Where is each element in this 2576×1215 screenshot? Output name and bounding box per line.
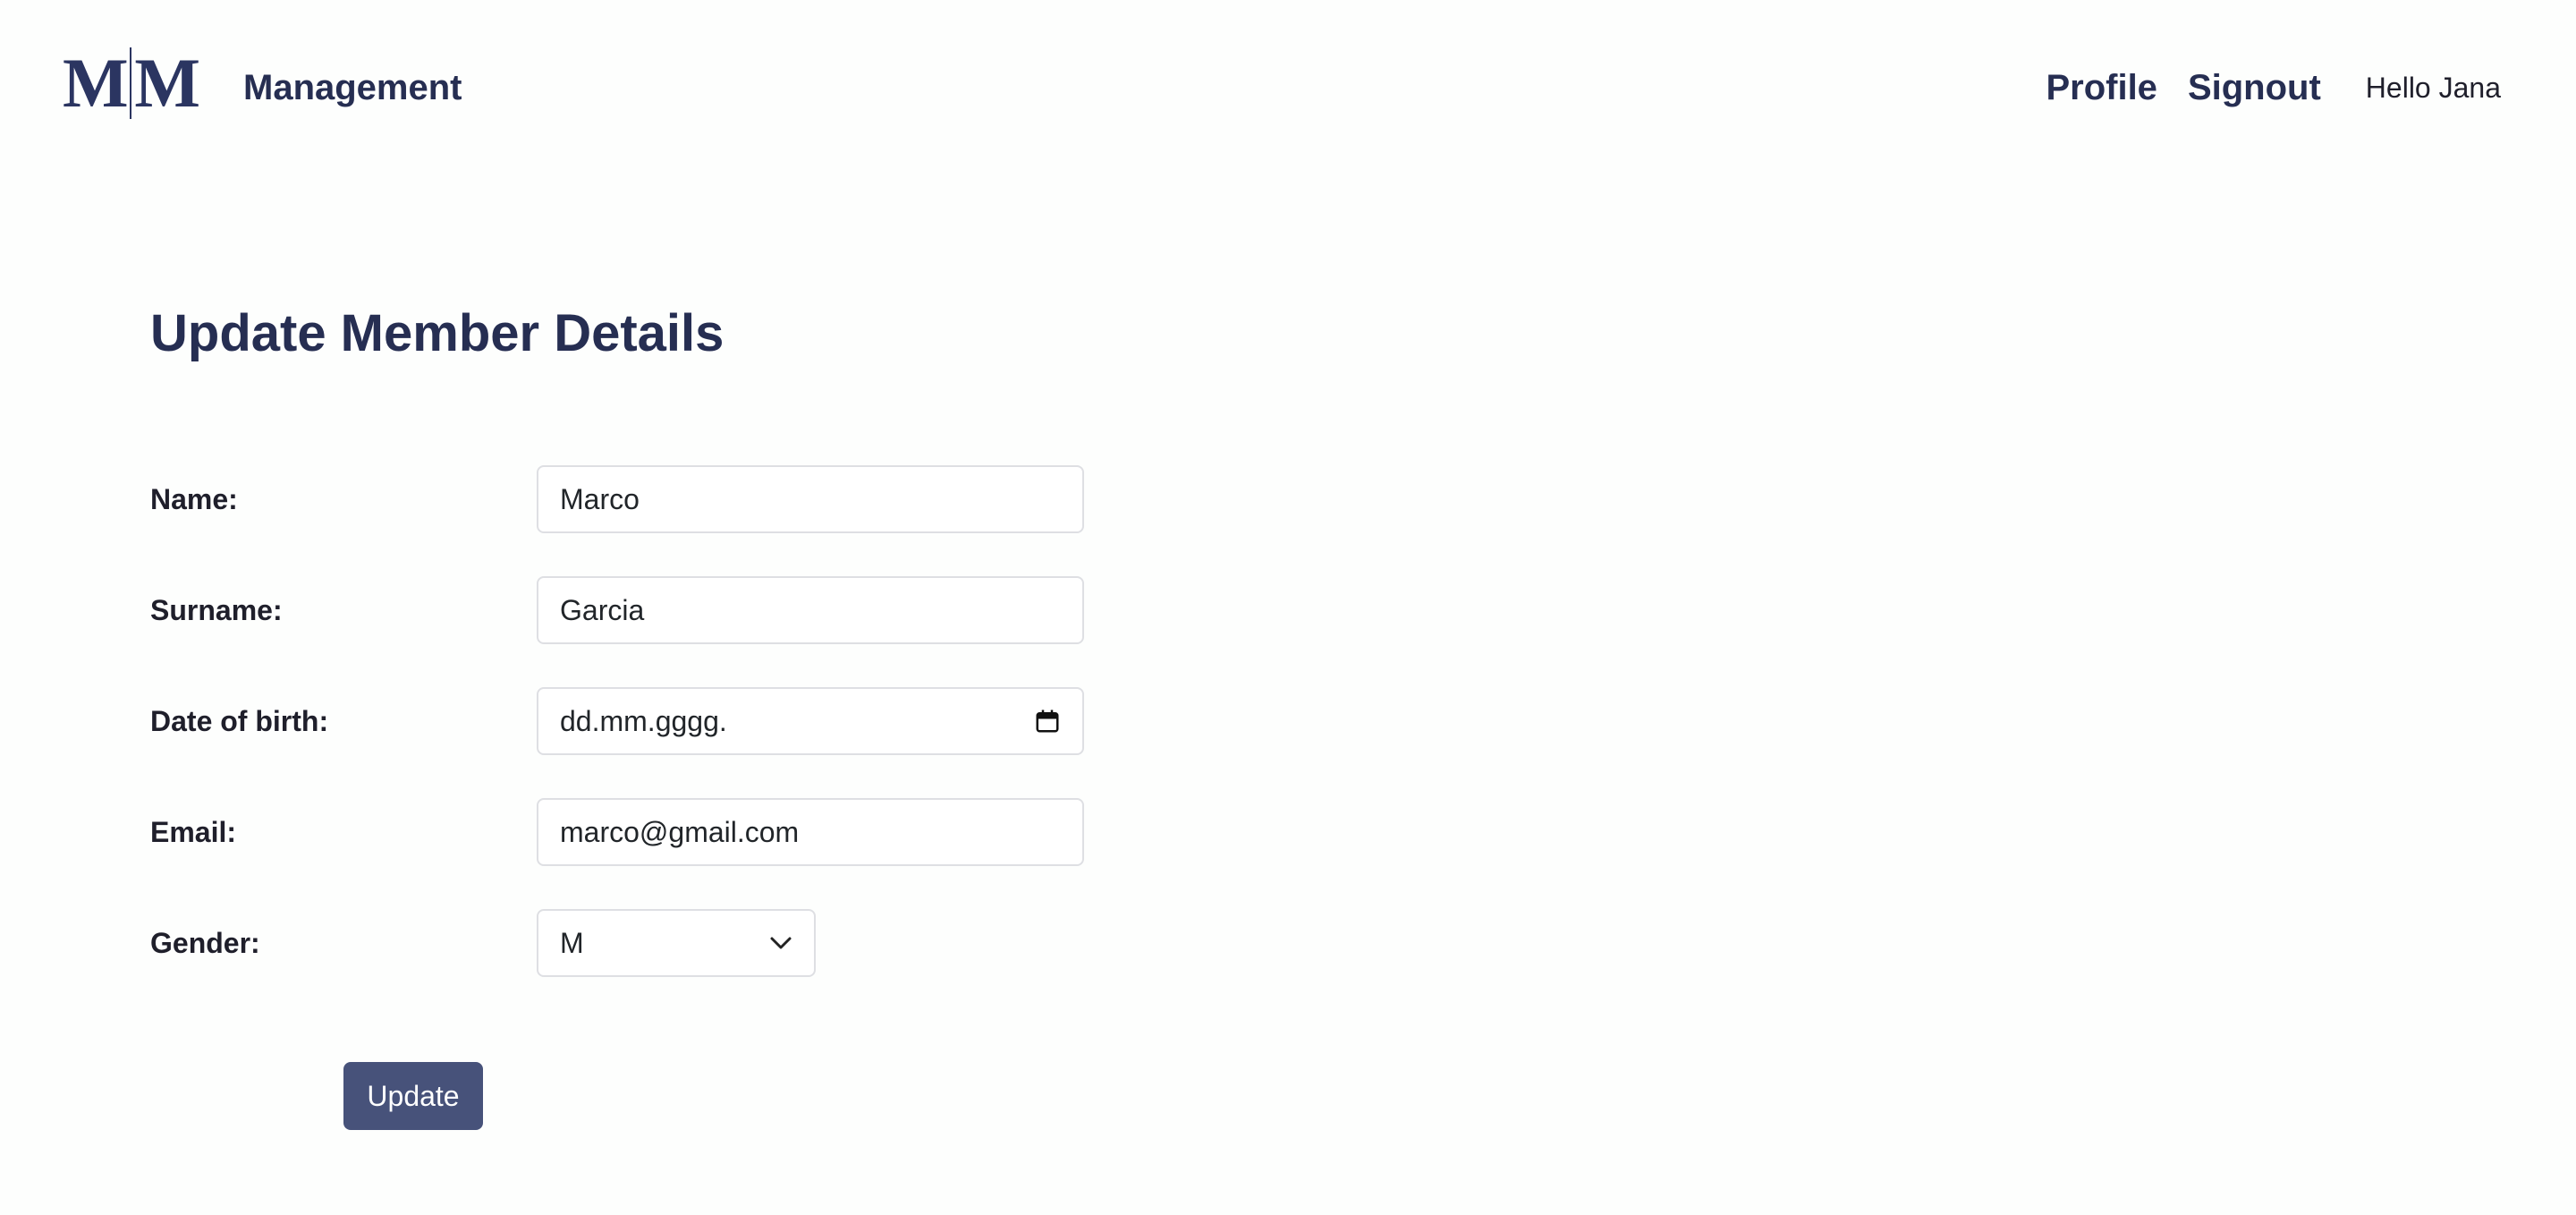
form-row-name: Name: — [150, 465, 1089, 533]
update-button[interactable]: Update — [343, 1062, 483, 1130]
gender-selected-value: M — [560, 926, 584, 959]
dob-label: Date of birth: — [150, 705, 329, 737]
form-row-gender: Gender: M — [150, 909, 1089, 977]
nav-profile-link[interactable]: Profile — [2046, 68, 2157, 108]
brand-name[interactable]: Management — [243, 64, 462, 111]
gender-select[interactable]: M — [537, 909, 816, 977]
user-greeting: Hello Jana — [2365, 71, 2501, 104]
form-row-surname: Surname: — [150, 576, 1089, 644]
nav-links: Profile Signout Hello Jana — [2046, 63, 2501, 113]
email-label: Email: — [150, 816, 237, 848]
top-navbar: M M Management Profile Signout Hello Jan… — [0, 0, 2576, 175]
page-title: Update Member Details — [150, 304, 724, 362]
email-input[interactable] — [537, 798, 1084, 866]
form-row-email: Email: — [150, 798, 1089, 866]
logo[interactable]: M M — [63, 45, 200, 122]
name-input[interactable] — [537, 465, 1084, 533]
calendar-icon[interactable] — [1034, 708, 1061, 735]
dob-placeholder: dd.mm.gggg. — [560, 704, 727, 737]
surname-label: Surname: — [150, 594, 283, 626]
surname-input[interactable] — [537, 576, 1084, 644]
chevron-down-icon — [770, 937, 792, 949]
nav-signout-link[interactable]: Signout — [2188, 68, 2321, 108]
name-label: Name: — [150, 483, 238, 515]
gender-label: Gender: — [150, 927, 260, 959]
form-row-dob: Date of birth: dd.mm.gggg. — [150, 687, 1089, 755]
dob-input[interactable]: dd.mm.gggg. — [537, 687, 1084, 755]
